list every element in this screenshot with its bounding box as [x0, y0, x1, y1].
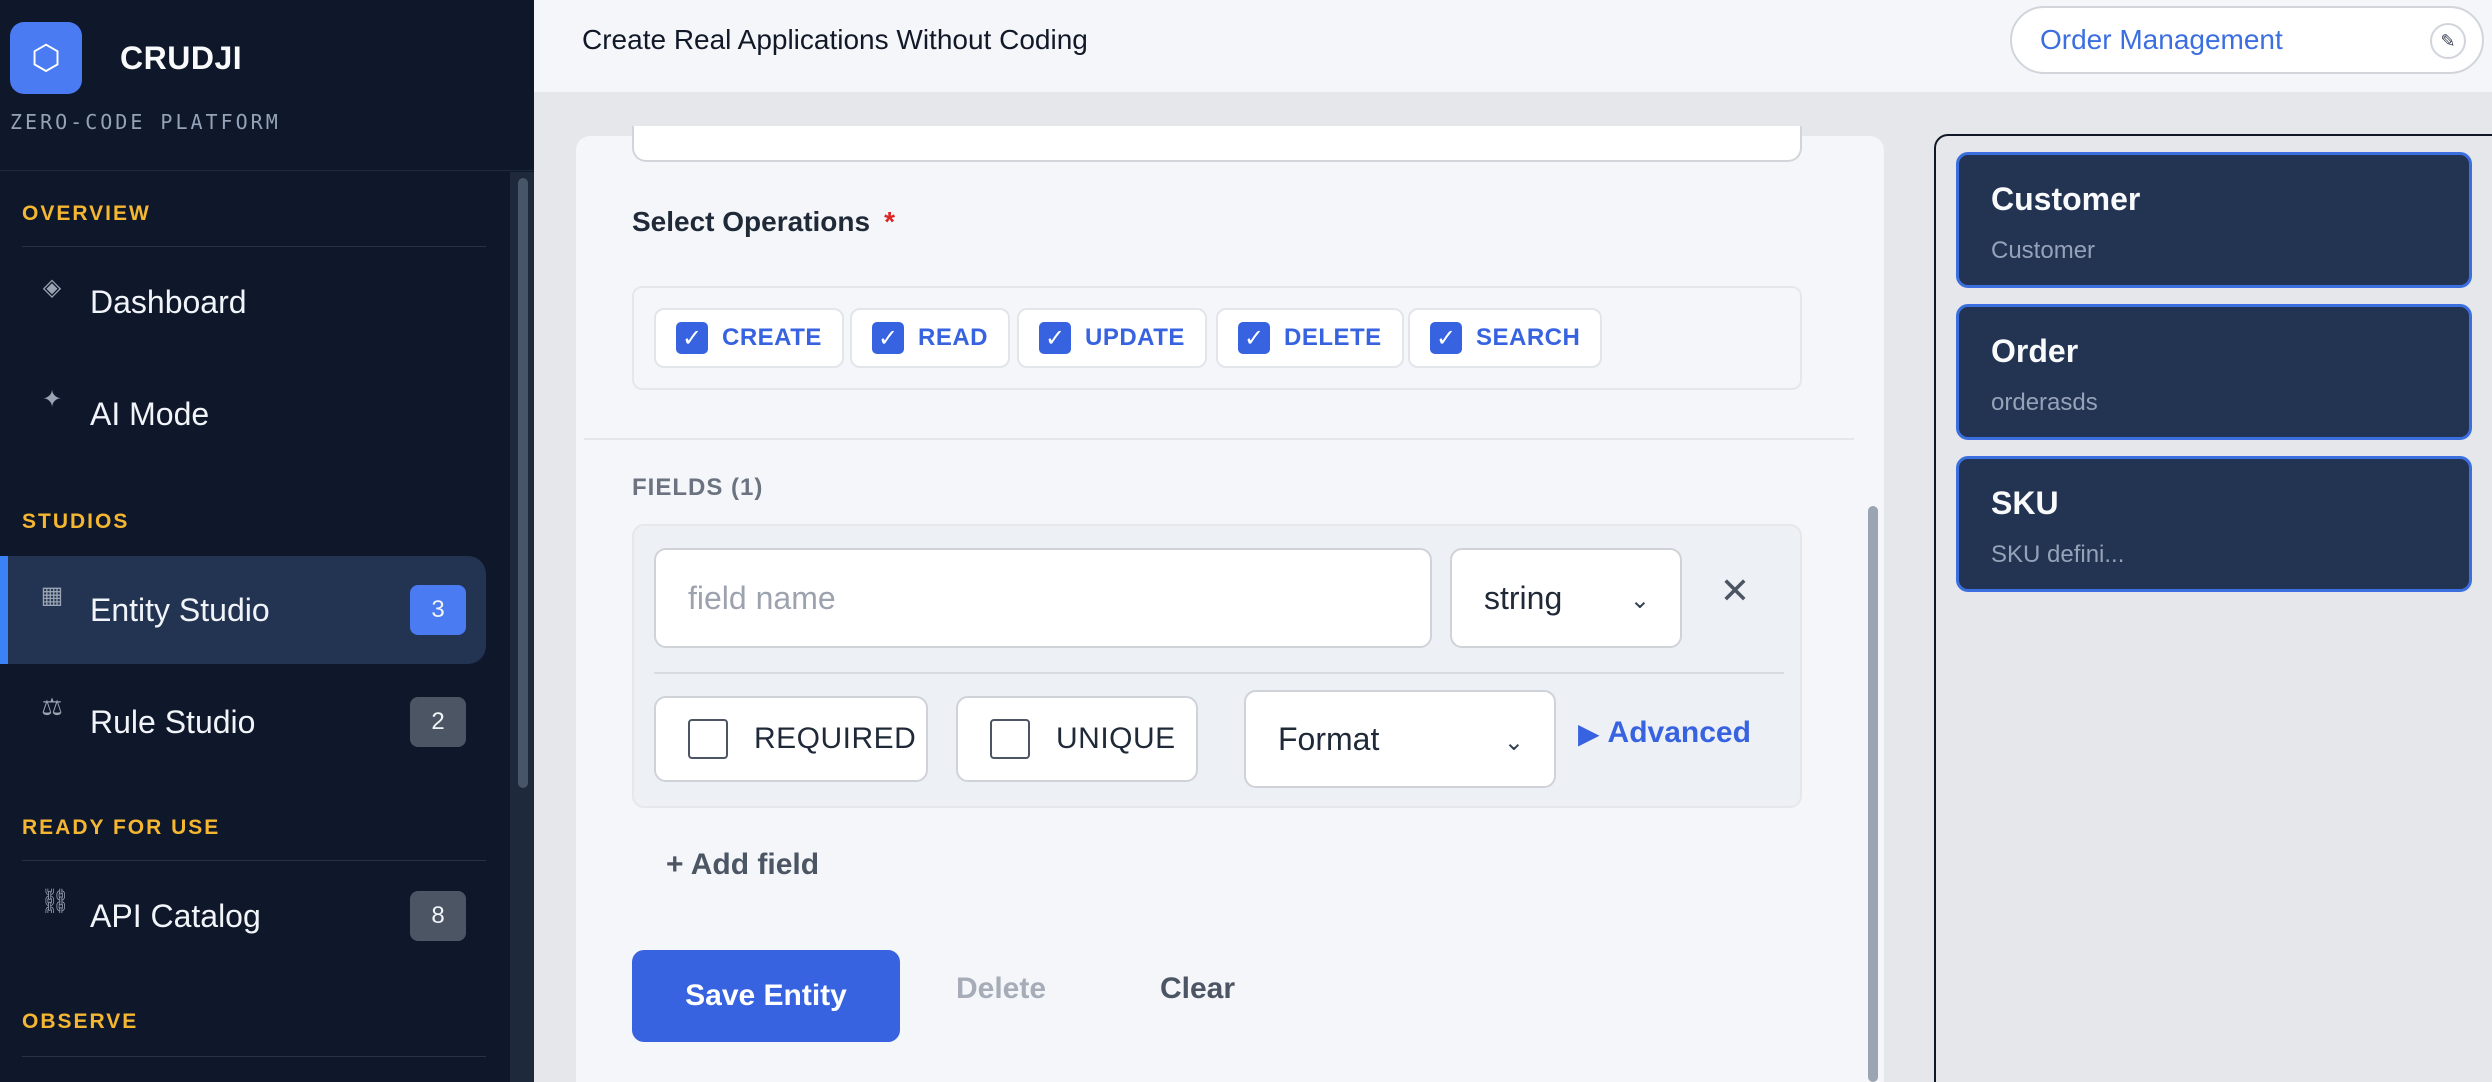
delete-button[interactable]: Delete — [956, 972, 1046, 1006]
format-value: Format — [1278, 720, 1380, 757]
project-name: Order Management — [2040, 24, 2283, 55]
scale-icon: ⚖ — [41, 694, 63, 721]
entity-form-card: Select Operations * ✓ CREATE ✓ READ ✓ UPD… — [576, 126, 1884, 1082]
dashboard-icon: ◈ — [42, 274, 62, 301]
sidebar-item-label: Dashboard — [90, 283, 247, 320]
section-label-overview: OVERVIEW — [22, 202, 151, 225]
operation-label: UPDATE — [1085, 324, 1185, 351]
page-title: Create Real Applications Without Coding — [582, 24, 1088, 55]
sidebar-item-api-catalog[interactable]: ⛓ API Catalog 8 — [0, 862, 486, 970]
sidebar-scrollbar-thumb[interactable] — [518, 178, 528, 788]
operation-update-checkbox[interactable]: ✓ UPDATE — [1017, 308, 1207, 368]
unique-checkbox[interactable]: UNIQUE — [956, 696, 1198, 782]
save-entity-button[interactable]: Save Entity — [632, 950, 900, 1042]
required-marker: * — [884, 206, 895, 237]
operation-read-checkbox[interactable]: ✓ READ — [850, 308, 1011, 368]
brand-tagline: ZERO-CODE PLATFORM — [10, 110, 281, 134]
triangle-right-icon: ▶ — [1578, 717, 1600, 749]
operation-delete-checkbox[interactable]: ✓ DELETE — [1216, 308, 1404, 368]
format-select[interactable]: Format ⌄ — [1244, 690, 1556, 788]
checkbox-checked-icon: ✓ — [1039, 322, 1071, 354]
entity-card-sku[interactable]: SKU SKU defini... — [1956, 456, 2472, 592]
entity-title: Order — [1991, 333, 2079, 369]
operation-create-checkbox[interactable]: ✓ CREATE — [654, 308, 844, 368]
sidebar-item-entity-studio[interactable]: ▦ Entity Studio 3 — [0, 556, 486, 664]
app-window: ⬡ CRUDJI ZERO-CODE PLATFORM OVERVIEW ◈ D… — [0, 0, 2492, 1082]
sidebar-item-label: AI Mode — [90, 395, 210, 432]
operation-label: READ — [918, 324, 989, 351]
clear-button[interactable]: Clear — [1160, 972, 1235, 1006]
fields-count-label: FIELDS (1) — [632, 474, 764, 501]
sparkle-icon: ✦ — [41, 386, 63, 413]
entity-subtitle: SKU defini... — [1991, 541, 2125, 568]
advanced-toggle[interactable]: ▶ Advanced — [1578, 716, 1751, 750]
brand[interactable]: ⬡ CRUDJI — [10, 22, 242, 94]
sidebar-item-dashboard[interactable]: ◈ Dashboard — [0, 248, 486, 356]
count-badge: 8 — [410, 891, 466, 941]
sidebar: ⬡ CRUDJI ZERO-CODE PLATFORM OVERVIEW ◈ D… — [0, 0, 534, 1082]
operation-label: DELETE — [1284, 324, 1382, 351]
sidebar-item-rule-studio[interactable]: ⚖ Rule Studio 2 — [0, 668, 486, 776]
required-label: REQUIRED — [754, 722, 917, 755]
checkbox-unchecked-icon — [688, 719, 728, 759]
chevron-down-icon: ⌄ — [1629, 587, 1650, 614]
divider — [22, 246, 486, 247]
operations-label: Select Operations * — [632, 206, 895, 237]
pencil-icon[interactable]: ✎ — [2430, 23, 2466, 59]
count-badge: 3 — [410, 585, 466, 635]
unique-label: UNIQUE — [1056, 722, 1176, 755]
checkbox-checked-icon: ✓ — [1430, 322, 1462, 354]
sidebar-item-ai-mode[interactable]: ✦ AI Mode — [0, 360, 486, 468]
remove-field-icon[interactable]: ✕ — [1710, 566, 1760, 616]
field-row: string ⌄ ✕ REQUIRED UNIQUE Format ⌄ ▶ Ad… — [632, 524, 1802, 808]
main-scrollbar-thumb[interactable] — [1868, 506, 1878, 1082]
section-label-ready-for-use: READY FOR USE — [22, 816, 221, 839]
divider — [654, 672, 1784, 674]
project-selector[interactable]: Order Management ✎ — [2010, 6, 2484, 74]
chevron-down-icon: ⌄ — [1503, 729, 1524, 756]
add-field-button[interactable]: + Add field — [666, 848, 819, 882]
hexagon-logo-icon: ⬡ — [10, 22, 82, 94]
sidebar-item-label: API Catalog — [90, 897, 261, 934]
sidebar-item-label: Entity Studio — [90, 591, 270, 628]
entity-card-order[interactable]: Order orderasds — [1956, 304, 2472, 440]
sidebar-item-label: Rule Studio — [90, 703, 256, 740]
required-checkbox[interactable]: REQUIRED — [654, 696, 928, 782]
checkbox-checked-icon: ✓ — [676, 322, 708, 354]
divider — [0, 170, 534, 171]
entity-subtitle: orderasds — [1991, 389, 2098, 416]
description-input[interactable] — [632, 126, 1802, 162]
count-badge: 2 — [410, 697, 466, 747]
top-header: Create Real Applications Without Coding … — [534, 0, 2492, 92]
entity-title: SKU — [1991, 485, 2059, 521]
link-icon: ⛓ — [40, 888, 71, 915]
operation-label: SEARCH — [1476, 324, 1581, 351]
divider — [22, 860, 486, 861]
entity-subtitle: Customer — [1991, 237, 2096, 264]
checkbox-unchecked-icon — [990, 719, 1030, 759]
checkbox-checked-icon: ✓ — [872, 322, 904, 354]
brand-name: CRUDJI — [120, 39, 243, 76]
entity-title: Customer — [1991, 181, 2141, 217]
operation-label: CREATE — [722, 324, 822, 351]
divider — [22, 1056, 486, 1057]
field-name-input[interactable] — [654, 548, 1432, 648]
checkbox-checked-icon: ✓ — [1238, 322, 1270, 354]
grid-icon: ▦ — [40, 582, 64, 609]
operation-search-checkbox[interactable]: ✓ SEARCH — [1408, 308, 1603, 368]
entity-card-customer[interactable]: Customer Customer — [1956, 152, 2472, 288]
field-type-value: string — [1484, 579, 1563, 616]
entity-list-panel: Customer Customer Order orderasds SKU SK… — [1934, 134, 2492, 1082]
divider — [584, 438, 1854, 440]
field-type-select[interactable]: string ⌄ — [1450, 548, 1682, 648]
advanced-label: Advanced — [1607, 716, 1751, 749]
section-label-studios: STUDIOS — [22, 510, 130, 533]
operations-group: ✓ CREATE ✓ READ ✓ UPDATE ✓ DELETE ✓ SEAR… — [632, 286, 1802, 390]
section-label-observe: OBSERVE — [22, 1010, 139, 1033]
